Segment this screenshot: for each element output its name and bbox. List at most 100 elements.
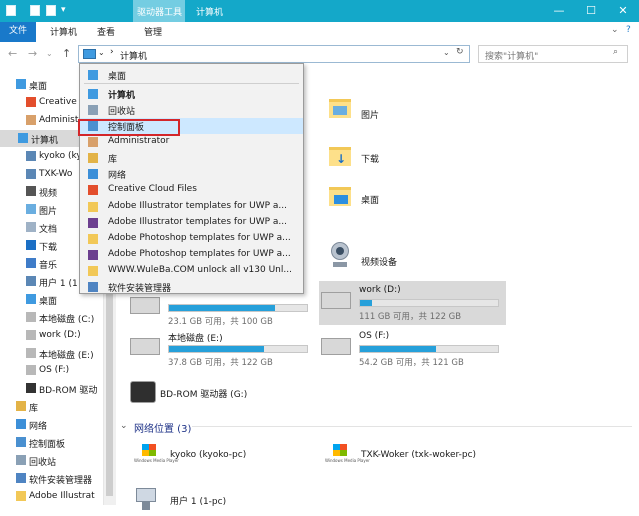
dropdown-item[interactable]: 回收站 (80, 102, 303, 118)
drive-icon (26, 347, 36, 358)
dropdown-item[interactable]: Adobe Illustrator templates for UWP a... (80, 199, 303, 215)
back-arrow-icon[interactable]: ← (8, 47, 17, 60)
nav-item[interactable]: 网络 (0, 416, 103, 433)
tab-view[interactable]: 查看 (97, 25, 115, 38)
folder-label[interactable]: 图片 (361, 108, 379, 121)
network-locations-header[interactable]: 网络位置 (3) (134, 420, 191, 435)
dropdown-item[interactable]: Administrator (80, 134, 303, 150)
nav-item-label: OS (F:) (39, 365, 70, 376)
properties-icon[interactable] (30, 5, 40, 16)
desktop-icon (88, 70, 98, 80)
maximize-button[interactable]: ☐ (575, 0, 607, 22)
drive-tile[interactable]: BD-ROM 驱动器 (G:) (130, 379, 334, 411)
nav-item[interactable]: 回收站 (0, 452, 103, 469)
window-title: 计算机 (196, 8, 224, 18)
nav-item-label: Administr (39, 114, 83, 125)
pictures-folder-icon[interactable] (329, 96, 351, 118)
dropdown-item[interactable]: Adobe Photoshop templates for UWP a... (80, 247, 303, 263)
webcam-icon[interactable] (329, 242, 351, 270)
close-button[interactable]: ✕ (607, 0, 639, 22)
music-icon (26, 258, 36, 268)
network-location-label: 用户 1 (1-pc) (170, 497, 227, 507)
refresh-icon[interactable]: ↻ (456, 47, 464, 57)
drive-usage-bar (359, 299, 499, 307)
search-input[interactable]: 搜索"计算机" ⌕ (478, 45, 628, 63)
nav-item-label: 网络 (29, 422, 48, 433)
drive-tile[interactable]: work (D:) 111 GB 可用，共 122 GB (321, 285, 511, 322)
section-collapse-chevron-icon[interactable]: ⌄ (120, 421, 128, 431)
nav-item[interactable]: 库 (0, 398, 103, 415)
drive-tile[interactable]: 本地磁盘 (E:) 37.8 GB 可用，共 122 GB (130, 331, 320, 368)
nav-item[interactable]: work (D:) (0, 327, 103, 344)
desktop-folder-icon[interactable] (329, 184, 351, 206)
network-pc-icon (26, 275, 36, 286)
recent-locations-icon[interactable]: ⌄ (46, 49, 53, 58)
drive-capacity: 23.1 GB 可用，共 100 GB (168, 317, 273, 327)
drive-capacity: 54.2 GB 可用，共 121 GB (359, 358, 464, 368)
user-icon (26, 114, 36, 125)
drive-icon (321, 338, 351, 355)
drive-usage-bar (168, 345, 308, 353)
dropdown-item[interactable]: 桌面 (80, 67, 303, 83)
drive-capacity: 37.8 GB 可用，共 122 GB (168, 358, 273, 368)
breadcrumb-separator-icon[interactable]: › (110, 47, 114, 57)
search-icon[interactable]: ⌕ (613, 47, 618, 57)
help-icon[interactable]: ? (626, 25, 631, 35)
customize-qat-icon[interactable]: ▾ (61, 5, 66, 15)
network-location-item[interactable]: 用户 1 (1-pc) (136, 486, 324, 516)
folder-icon (88, 202, 98, 212)
drive-icon (130, 338, 160, 355)
tab-manage[interactable]: 管理 (144, 25, 162, 38)
nav-item[interactable]: Adobe Illustrat (0, 488, 103, 505)
nav-item-label: 回收站 (29, 457, 57, 468)
recycle-bin-icon (16, 454, 26, 465)
dropdown-item[interactable]: Adobe Illustrator templates for UWP a... (80, 215, 303, 231)
up-arrow-icon[interactable]: ↑ (62, 47, 71, 60)
dropdown-item[interactable]: 计算机 (80, 86, 303, 102)
address-dropdown-chevron-icon[interactable]: ⌄ (98, 48, 105, 57)
desktop-icon (26, 293, 36, 304)
computer-icon (88, 89, 98, 99)
nav-item[interactable]: OS (F:) (0, 362, 103, 379)
dropdown-item[interactable]: 软件安装管理器 (80, 279, 303, 295)
drive-tile[interactable]: OS (F:) 54.2 GB 可用，共 121 GB (321, 331, 511, 368)
bdrom-icon (130, 381, 156, 403)
expand-ribbon-icon[interactable]: ⌄ (611, 25, 619, 35)
network-location-item[interactable]: Windows Media Player kyoko (kyoko-pc) (134, 444, 314, 474)
tab-file[interactable]: 文件 (0, 22, 36, 42)
dropdown-separator (84, 83, 299, 84)
dropdown-item[interactable]: 网络 (80, 166, 303, 182)
nav-item[interactable]: 控制面板 (0, 434, 103, 451)
windows-media-player-icon: Windows Media Player (134, 444, 179, 470)
new-folder-icon[interactable] (46, 5, 56, 16)
creative-cloud-icon (26, 96, 36, 107)
library-icon (88, 153, 98, 163)
nav-item[interactable]: BD-ROM 驱动 (0, 380, 103, 397)
address-bar[interactable]: ⌄ › 计算机 ⌄ ↻ (78, 45, 470, 63)
dropdown-item[interactable]: 库 (80, 150, 303, 166)
nav-item[interactable]: 软件安装管理器 (0, 470, 103, 487)
desktop-icon (16, 79, 26, 89)
nav-item[interactable]: 本地磁盘 (C:) (0, 309, 103, 326)
nav-item-label: 本地磁盘 (E:) (39, 350, 94, 361)
ribbon-tabs: 文件 计算机 查看 管理 ⌄ ? (0, 22, 639, 43)
dropdown-item[interactable]: WWW.WuleBa.COM unlock all v130 Unl... (80, 263, 303, 279)
dropdown-item-label: Administrator (108, 136, 170, 146)
nav-item[interactable]: 本地磁盘 (E:) (0, 345, 103, 362)
minimize-button[interactable]: — (543, 0, 575, 22)
network-location-item[interactable]: Windows Media Player TXK-Woker (txk-woker… (325, 444, 505, 474)
download-folder-icon[interactable]: ↓ (329, 144, 351, 166)
breadcrumb-computer[interactable]: 计算机 (120, 49, 147, 62)
forward-arrow-icon[interactable]: → (28, 47, 37, 60)
dropdown-item[interactable]: Creative Cloud Files (80, 182, 303, 198)
webcam-label[interactable]: 视频设备 (361, 255, 397, 268)
drive-usage-bar (359, 345, 499, 353)
drive-name: OS (F:) (359, 331, 390, 341)
creative-cloud-icon (88, 185, 98, 195)
dropdown-item[interactable]: Adobe Photoshop templates for UWP a... (80, 231, 303, 247)
folder-label[interactable]: 下载 (361, 152, 379, 165)
tab-computer[interactable]: 计算机 (50, 25, 77, 38)
network-icon (16, 419, 26, 430)
folder-label[interactable]: 桌面 (361, 193, 379, 206)
address-history-chevron-icon[interactable]: ⌄ (443, 48, 450, 57)
